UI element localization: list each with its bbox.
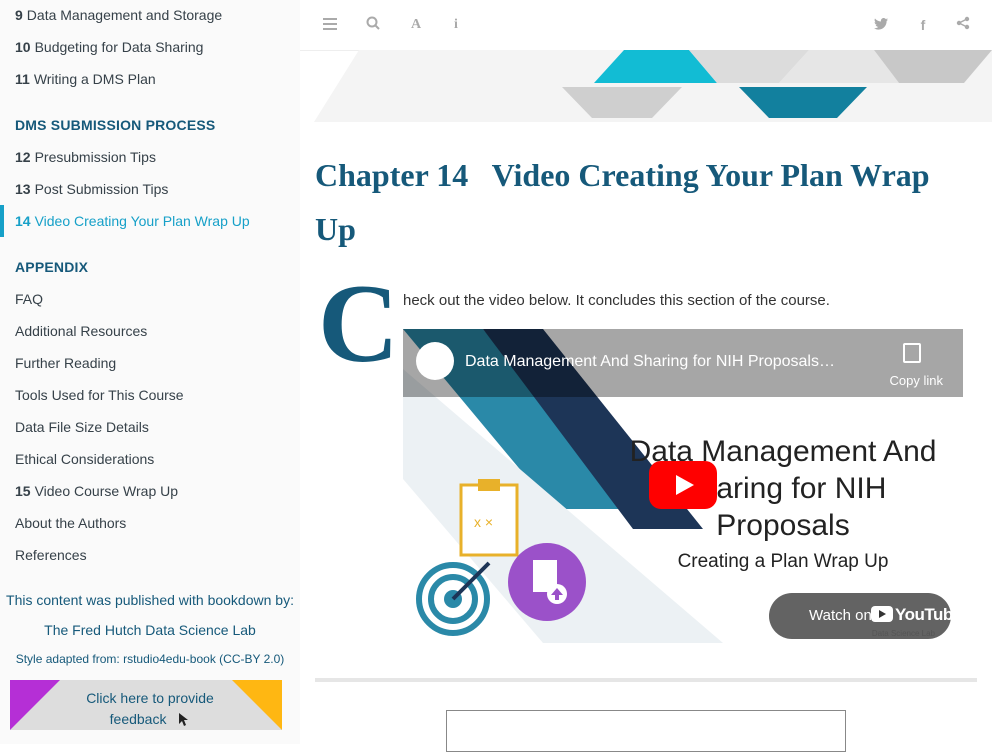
sidebar-item-label: Budgeting for Data Sharing (34, 39, 204, 55)
youtube-wordmark: YouTube (895, 605, 962, 624)
sidebar-item-file-size[interactable]: Data File Size Details (15, 419, 149, 435)
copy-icon[interactable] (903, 343, 921, 363)
sidebar-item-ethical[interactable]: Ethical Considerations (15, 451, 154, 467)
sidebar-item-authors[interactable]: About the Authors (15, 515, 126, 531)
decorative-banner (314, 50, 992, 122)
sidebar-item-data-management[interactable]: 9 Data Management and Storage (15, 7, 222, 23)
style-credit-link[interactable]: Style adapted from: rstudio4edu-book (CC… (0, 652, 300, 666)
feedback-line-2-row: feedback (10, 709, 282, 730)
feedback-line-1: Click here to provide (86, 690, 214, 706)
sidebar-item-label: About the Authors (15, 515, 127, 531)
sidebar-item-course-wrap-up[interactable]: 15 Video Course Wrap Up (15, 483, 178, 499)
video-title[interactable]: Data Management And Sharing for NIH Prop… (465, 353, 835, 371)
chapter-number: 12 (15, 149, 31, 165)
sidebar-item-label: Further Reading (15, 355, 117, 371)
drop-cap: C (318, 262, 399, 386)
embedded-frame[interactable] (446, 710, 846, 752)
sidebar-item-label: Post Submission Tips (34, 181, 169, 197)
font-icon[interactable]: A (406, 15, 426, 35)
youtube-logo-icon (871, 606, 893, 622)
chapter-number: 10 (15, 39, 31, 55)
sidebar-item-label: Presubmission Tips (34, 149, 156, 165)
sidebar-item-additional-resources[interactable]: Additional Resources (15, 323, 147, 339)
sidebar-item-presubmission[interactable]: 12 Presubmission Tips (15, 149, 156, 165)
facebook-icon[interactable]: f (913, 15, 933, 35)
sidebar: 9 Data Management and Storage 10 Budgeting… (0, 0, 300, 744)
svg-text:x ×: x × (474, 514, 493, 530)
published-with-text: This content was published with bookdown… (6, 592, 294, 608)
sidebar-item-label: Data Management and Storage (26, 7, 223, 23)
info-icon[interactable]: i (446, 15, 466, 35)
slide-subtitle: Creating a Plan Wrap Up (677, 551, 889, 572)
sidebar-item-writing-plan[interactable]: 11 Writing a DMS Plan (15, 71, 156, 87)
cursor-icon (179, 713, 189, 727)
document-upload-icon (508, 543, 586, 621)
sidebar-item-label: Data File Size Details (15, 419, 149, 435)
sidebar-item-label: Additional Resources (15, 323, 148, 339)
sidebar-item-further-reading[interactable]: Further Reading (15, 355, 116, 371)
sidebar-item-tools[interactable]: Tools Used for This Course (15, 387, 184, 403)
chapter-title: Chapter 14 Video Creating Your Plan Wrap… (315, 157, 938, 247)
copy-link-button[interactable]: Copy link (890, 373, 943, 388)
sidebar-item-label: References (15, 547, 87, 563)
sidebar-item-label: FAQ (15, 291, 44, 307)
section-header-submission: DMS SUBMISSION PROCESS (15, 117, 216, 133)
sidebar-item-video-wrap-up[interactable]: 14 Video Creating Your Plan Wrap Up (15, 213, 250, 229)
video-footer-text: Data Science Lab (871, 629, 935, 638)
video-embed[interactable]: Data Management And Sharing for NIH Prop… (403, 329, 963, 643)
sidebar-item-label: Writing a DMS Plan (33, 71, 156, 87)
active-indicator (0, 205, 4, 237)
sidebar-item-references[interactable]: References (15, 547, 87, 563)
target-icon (416, 561, 491, 636)
watch-on-label: Watch on (809, 607, 872, 624)
feedback-text: Click here to provide feedback (10, 688, 282, 730)
sidebar-item-label: Video Course Wrap Up (34, 483, 179, 499)
sidebar-item-label: Video Creating Your Plan Wrap Up (34, 213, 250, 229)
channel-avatar[interactable] (416, 342, 454, 380)
play-button[interactable] (649, 461, 717, 509)
sidebar-item-label: Tools Used for This Course (15, 387, 184, 403)
chapter-number: 11 (15, 71, 30, 87)
section-divider (315, 678, 977, 682)
lab-link[interactable]: The Fred Hutch Data Science Lab (0, 622, 300, 638)
sidebar-item-label: Ethical Considerations (15, 451, 155, 467)
feedback-line-2: feedback (109, 711, 167, 727)
menu-icon[interactable] (320, 15, 340, 35)
chapter-number: 15 (15, 483, 31, 499)
sidebar-item-budgeting[interactable]: 10 Budgeting for Data Sharing (15, 39, 203, 55)
sidebar-item-post-submission[interactable]: 13 Post Submission Tips (15, 181, 168, 197)
intro-text: heck out the video below. It concludes t… (403, 292, 830, 309)
chapter-number: 9 (15, 7, 23, 23)
share-icon[interactable] (953, 15, 973, 35)
chapter-number: 14 (15, 213, 31, 229)
search-icon[interactable] (363, 15, 383, 35)
toolbar: A i f (300, 0, 992, 51)
feedback-button[interactable]: Click here to provide feedback (10, 680, 282, 730)
chapter-number: 13 (15, 181, 31, 197)
section-header-appendix: APPENDIX (15, 259, 89, 275)
sidebar-item-faq[interactable]: FAQ (15, 291, 43, 307)
twitter-icon[interactable] (871, 15, 891, 35)
